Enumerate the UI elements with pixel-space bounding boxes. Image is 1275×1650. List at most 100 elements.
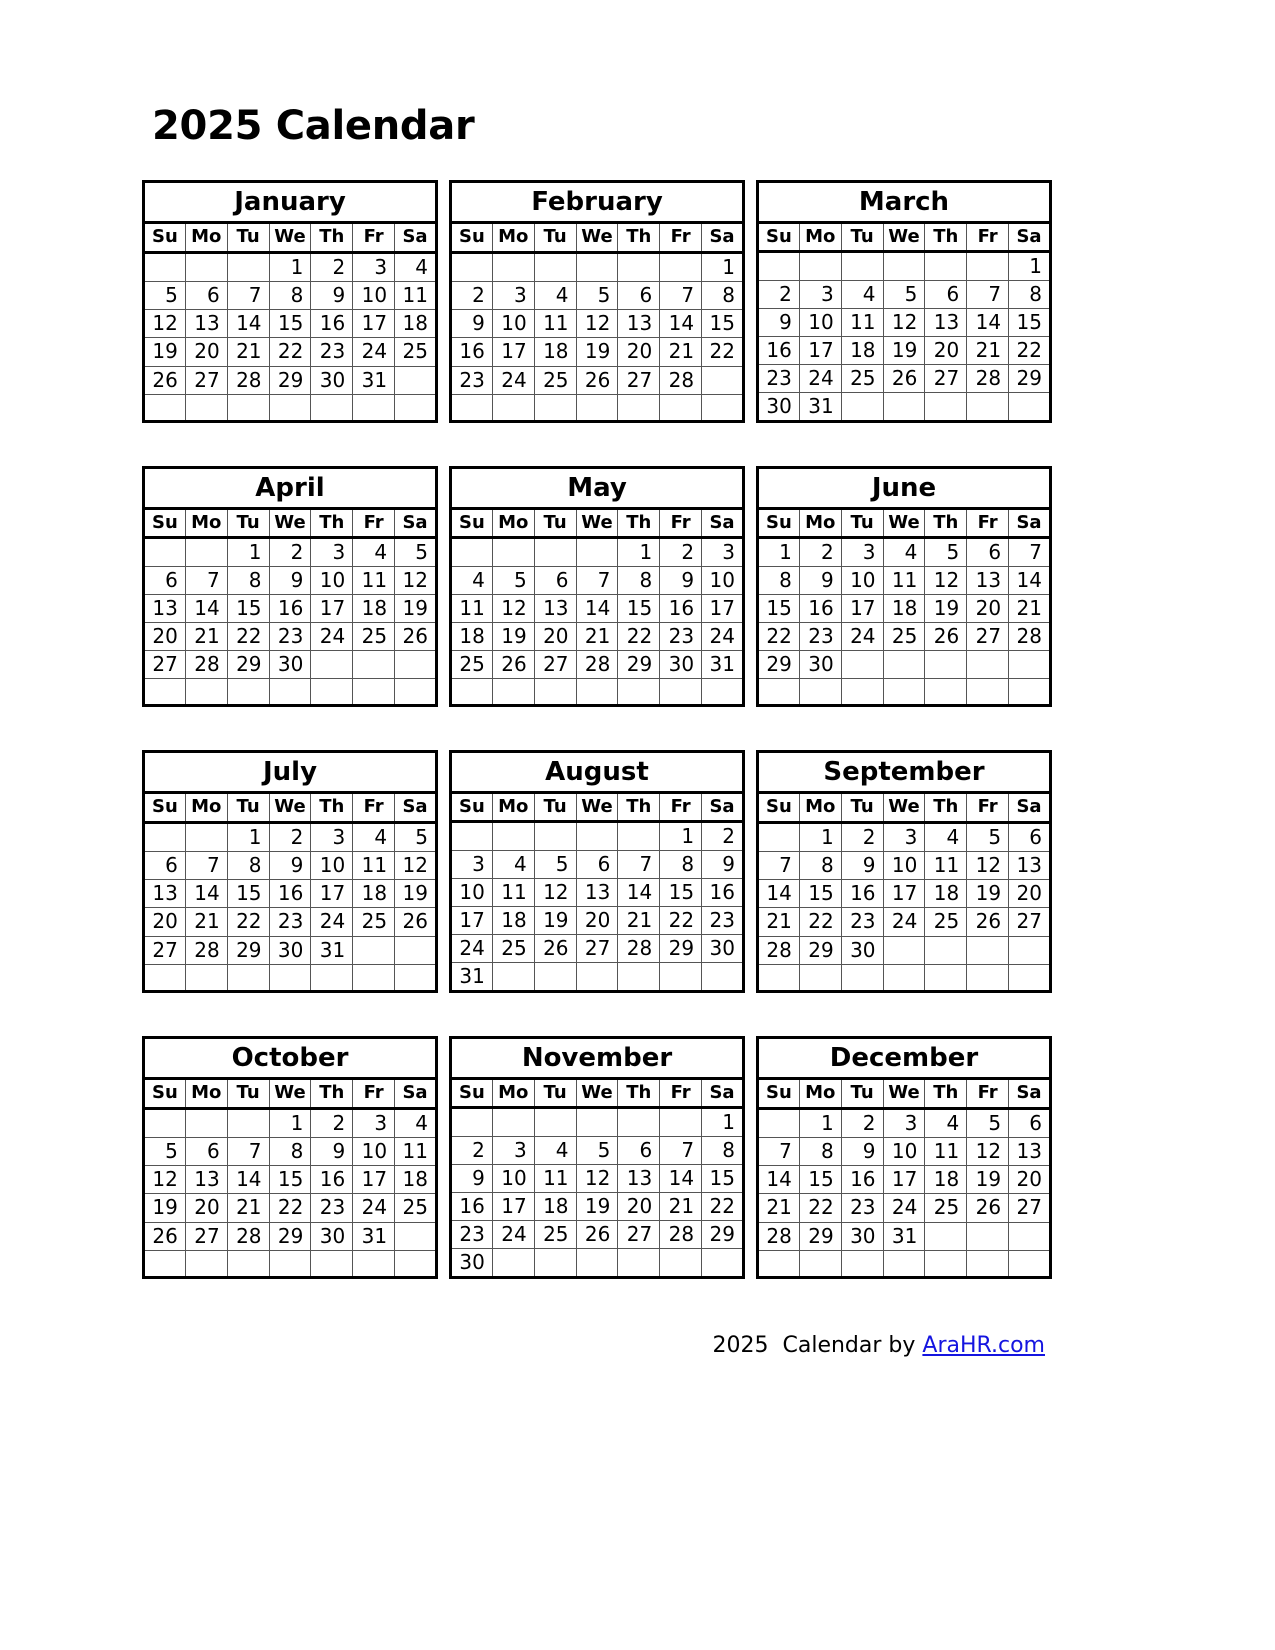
day-cell[interactable]: 21 <box>227 1193 270 1223</box>
day-cell[interactable]: 16 <box>841 879 884 909</box>
day-cell[interactable]: 20 <box>143 907 186 937</box>
day-cell[interactable]: 21 <box>185 907 228 937</box>
day-cell[interactable]: 7 <box>617 850 661 879</box>
day-cell[interactable]: 24 <box>310 907 354 937</box>
day-cell[interactable]: 16 <box>701 878 744 907</box>
day-cell[interactable]: 30 <box>269 650 312 679</box>
day-cell[interactable]: 18 <box>534 337 577 367</box>
day-cell[interactable]: 13 <box>924 308 968 337</box>
day-cell[interactable]: 19 <box>492 622 535 651</box>
day-cell[interactable]: 27 <box>185 366 228 395</box>
day-cell[interactable]: 24 <box>492 1220 535 1249</box>
day-cell[interactable]: 20 <box>924 336 968 365</box>
day-cell[interactable]: 29 <box>1008 364 1051 393</box>
day-cell[interactable]: 22 <box>617 622 661 651</box>
day-cell[interactable]: 14 <box>659 1164 703 1193</box>
day-cell[interactable]: 20 <box>185 1193 228 1223</box>
day-cell[interactable]: 24 <box>310 622 354 651</box>
day-cell[interactable]: 17 <box>701 594 744 623</box>
day-cell[interactable]: 14 <box>185 879 228 909</box>
day-cell[interactable]: 12 <box>534 878 577 907</box>
day-cell[interactable]: 31 <box>450 962 493 992</box>
day-cell[interactable]: 22 <box>799 907 842 937</box>
day-cell[interactable]: 6 <box>617 1136 661 1165</box>
day-cell[interactable]: 23 <box>659 622 703 651</box>
day-cell[interactable]: 17 <box>310 594 354 623</box>
day-cell[interactable]: 14 <box>185 594 228 623</box>
day-cell[interactable]: 28 <box>617 934 661 963</box>
day-cell[interactable]: 20 <box>143 622 186 651</box>
day-cell[interactable]: 23 <box>310 337 354 367</box>
day-cell[interactable]: 4 <box>352 537 396 567</box>
day-cell[interactable]: 17 <box>352 1165 396 1195</box>
day-cell[interactable]: 10 <box>799 308 842 337</box>
day-cell[interactable]: 4 <box>841 280 884 309</box>
day-cell[interactable]: 21 <box>1008 594 1051 623</box>
day-cell[interactable]: 6 <box>185 281 228 311</box>
day-cell[interactable]: 28 <box>1008 622 1051 651</box>
day-cell[interactable]: 12 <box>576 309 619 339</box>
day-cell[interactable]: 16 <box>659 594 703 623</box>
day-cell[interactable]: 11 <box>924 851 968 881</box>
day-cell[interactable]: 19 <box>394 879 437 909</box>
day-cell[interactable]: 3 <box>701 537 744 567</box>
day-cell[interactable]: 9 <box>450 1164 493 1193</box>
day-cell[interactable]: 11 <box>924 1137 968 1167</box>
day-cell[interactable]: 14 <box>966 308 1010 337</box>
day-cell[interactable]: 16 <box>269 879 312 909</box>
day-cell[interactable]: 20 <box>1008 1165 1051 1195</box>
day-cell[interactable]: 27 <box>534 650 577 679</box>
day-cell[interactable]: 16 <box>841 1165 884 1195</box>
day-cell[interactable]: 27 <box>617 1220 661 1249</box>
day-cell[interactable]: 20 <box>576 906 619 935</box>
day-cell[interactable]: 19 <box>143 1193 186 1223</box>
day-cell[interactable]: 19 <box>534 906 577 935</box>
day-cell[interactable]: 30 <box>659 650 703 679</box>
day-cell[interactable]: 18 <box>352 879 396 909</box>
day-cell[interactable]: 3 <box>883 1108 926 1138</box>
day-cell[interactable]: 2 <box>841 822 884 852</box>
day-cell[interactable]: 20 <box>966 594 1010 623</box>
day-cell[interactable]: 3 <box>841 537 884 567</box>
day-cell[interactable]: 21 <box>227 337 270 367</box>
day-cell[interactable]: 31 <box>799 392 842 422</box>
day-cell[interactable]: 25 <box>450 650 493 679</box>
day-cell[interactable]: 13 <box>143 594 186 623</box>
day-cell[interactable]: 6 <box>1008 1108 1051 1138</box>
day-cell[interactable]: 8 <box>617 566 661 595</box>
day-cell[interactable]: 29 <box>269 1222 312 1251</box>
day-cell[interactable]: 10 <box>701 566 744 595</box>
day-cell[interactable]: 12 <box>394 851 437 881</box>
day-cell[interactable]: 19 <box>576 337 619 367</box>
day-cell[interactable]: 16 <box>799 594 842 623</box>
day-cell[interactable]: 15 <box>799 1165 842 1195</box>
day-cell[interactable]: 7 <box>227 1137 270 1167</box>
day-cell[interactable]: 5 <box>394 537 437 567</box>
day-cell[interactable]: 23 <box>310 1193 354 1223</box>
day-cell[interactable]: 18 <box>883 594 926 623</box>
day-cell[interactable]: 26 <box>143 1222 186 1251</box>
day-cell[interactable]: 27 <box>1008 1193 1051 1223</box>
day-cell[interactable]: 11 <box>394 281 437 311</box>
day-cell[interactable]: 12 <box>924 566 968 595</box>
day-cell[interactable]: 3 <box>492 1136 535 1165</box>
day-cell[interactable]: 3 <box>492 281 535 311</box>
day-cell[interactable]: 8 <box>659 850 703 879</box>
day-cell[interactable]: 26 <box>534 934 577 963</box>
day-cell[interactable]: 17 <box>841 594 884 623</box>
day-cell[interactable]: 19 <box>966 1165 1010 1195</box>
day-cell[interactable]: 26 <box>576 366 619 395</box>
day-cell[interactable]: 21 <box>617 906 661 935</box>
day-cell[interactable]: 28 <box>185 650 228 679</box>
day-cell[interactable]: 9 <box>659 566 703 595</box>
day-cell[interactable]: 29 <box>227 936 270 965</box>
day-cell[interactable]: 13 <box>617 309 661 339</box>
day-cell[interactable]: 2 <box>659 537 703 567</box>
day-cell[interactable]: 9 <box>841 1137 884 1167</box>
day-cell[interactable]: 14 <box>757 1165 800 1195</box>
day-cell[interactable]: 30 <box>310 1222 354 1251</box>
day-cell[interactable]: 1 <box>701 252 744 282</box>
day-cell[interactable]: 2 <box>841 1108 884 1138</box>
day-cell[interactable]: 17 <box>492 337 535 367</box>
day-cell[interactable]: 11 <box>352 566 396 595</box>
